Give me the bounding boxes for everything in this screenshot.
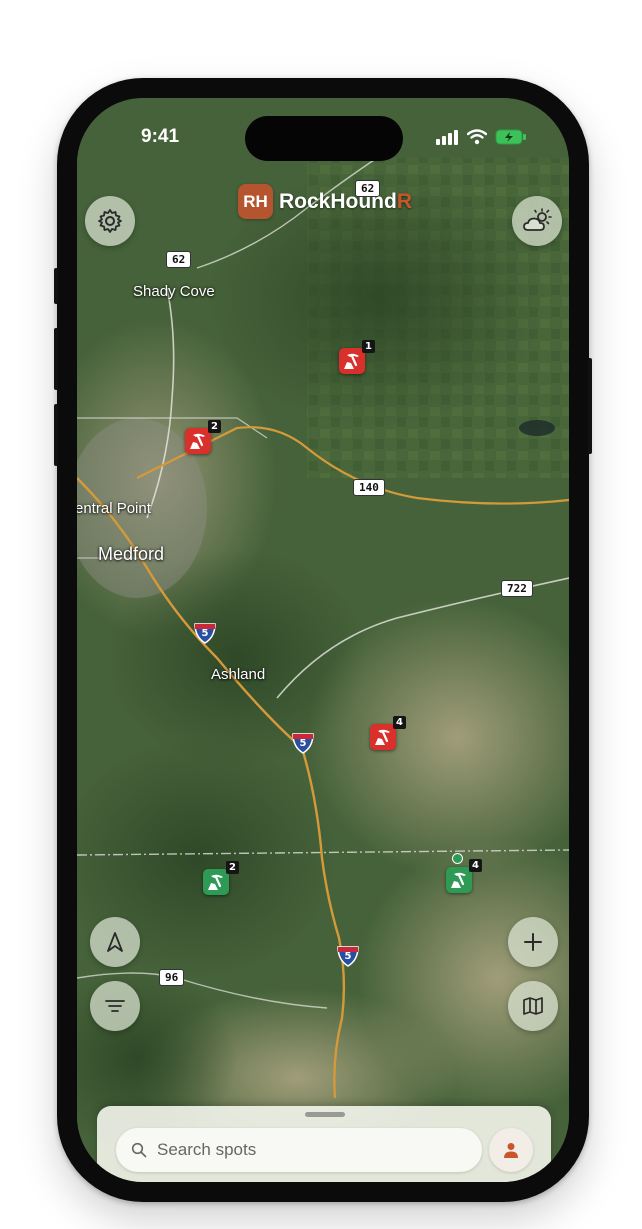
map-layers-button[interactable] [508, 981, 558, 1031]
spot-count: 2 [208, 420, 221, 433]
location-dot [452, 853, 463, 864]
spot-marker[interactable]: 1 [339, 340, 375, 374]
gear-icon [98, 209, 122, 233]
sheet-drag-handle[interactable] [305, 1112, 345, 1117]
place-label-ashland: Ashland [211, 666, 266, 683]
spot-count: 4 [469, 859, 482, 872]
user-icon [504, 1143, 518, 1158]
place-label-shady-cove: Shady Cove [133, 283, 215, 300]
battery-charging-icon [495, 129, 526, 145]
volume-down-button [54, 404, 58, 466]
screen: 9:41 RH RockHoundR Shady Cove entral Poi… [77, 98, 569, 1182]
power-button [588, 358, 592, 454]
partly-sunny-icon [523, 208, 552, 231]
wifi-icon [467, 129, 487, 145]
interstate-shield-5: 5 [336, 944, 360, 972]
brand-logo: RH [238, 184, 273, 219]
brand-name: RockHoundR [279, 190, 412, 214]
spot-marker[interactable]: 2 [185, 420, 221, 454]
profile-button[interactable] [489, 1128, 533, 1172]
filter-button[interactable] [90, 981, 140, 1031]
highway-shield-140: 140 [353, 479, 385, 496]
status-time: 9:41 [141, 126, 180, 147]
plus-icon [524, 933, 542, 951]
filter-lines-icon [105, 1000, 125, 1012]
interstate-shield-5: 5 [193, 621, 217, 649]
cellular-signal-icon [436, 130, 458, 145]
pickaxe-rock-icon [451, 872, 466, 888]
spot-marker[interactable]: 2 [203, 861, 239, 895]
interstate-shield-5: 5 [291, 731, 315, 759]
bottom-sheet: Search spots [97, 1106, 551, 1182]
pickaxe-rock-icon [190, 433, 205, 449]
pickaxe-rock-icon [208, 874, 223, 890]
search-icon [131, 1142, 147, 1158]
silent-switch [54, 268, 58, 304]
dynamic-island [245, 116, 403, 161]
app-brand: RH RockHoundR [238, 184, 412, 219]
spot-count: 4 [393, 716, 406, 729]
interstate-number: 5 [299, 738, 307, 749]
weather-button[interactable] [512, 196, 562, 246]
map-icon [523, 997, 543, 1015]
spot-marker[interactable]: 4 [446, 859, 482, 893]
search-placeholder: Search spots [157, 1140, 257, 1159]
interstate-number: 5 [344, 951, 352, 962]
highway-shield-62: 62 [166, 251, 192, 268]
volume-up-button [54, 328, 58, 390]
settings-button[interactable] [85, 196, 135, 246]
place-label-central-point: entral Point [77, 500, 151, 517]
phone-frame: 9:41 RH RockHoundR Shady Cove entral Poi… [54, 78, 592, 1202]
add-spot-button[interactable] [508, 917, 558, 967]
spot-count: 2 [226, 861, 239, 874]
brand-name-accent: R [396, 189, 412, 213]
pickaxe-rock-icon [375, 729, 390, 745]
pickaxe-rock-icon [344, 353, 359, 369]
highway-shield-62: 62 [355, 180, 381, 197]
spot-count: 1 [362, 340, 375, 353]
interstate-number: 5 [201, 628, 209, 639]
satellite-map[interactable] [77, 98, 569, 1182]
spot-marker[interactable]: 4 [370, 716, 406, 750]
locate-button[interactable] [90, 917, 140, 967]
status-icons [435, 129, 527, 145]
place-label-medford: Medford [98, 544, 165, 564]
navigation-arrow-icon [107, 932, 123, 952]
search-input[interactable]: Search spots [116, 1128, 482, 1172]
highway-shield-96: 96 [159, 969, 185, 986]
highway-shield-722: 722 [501, 580, 533, 597]
